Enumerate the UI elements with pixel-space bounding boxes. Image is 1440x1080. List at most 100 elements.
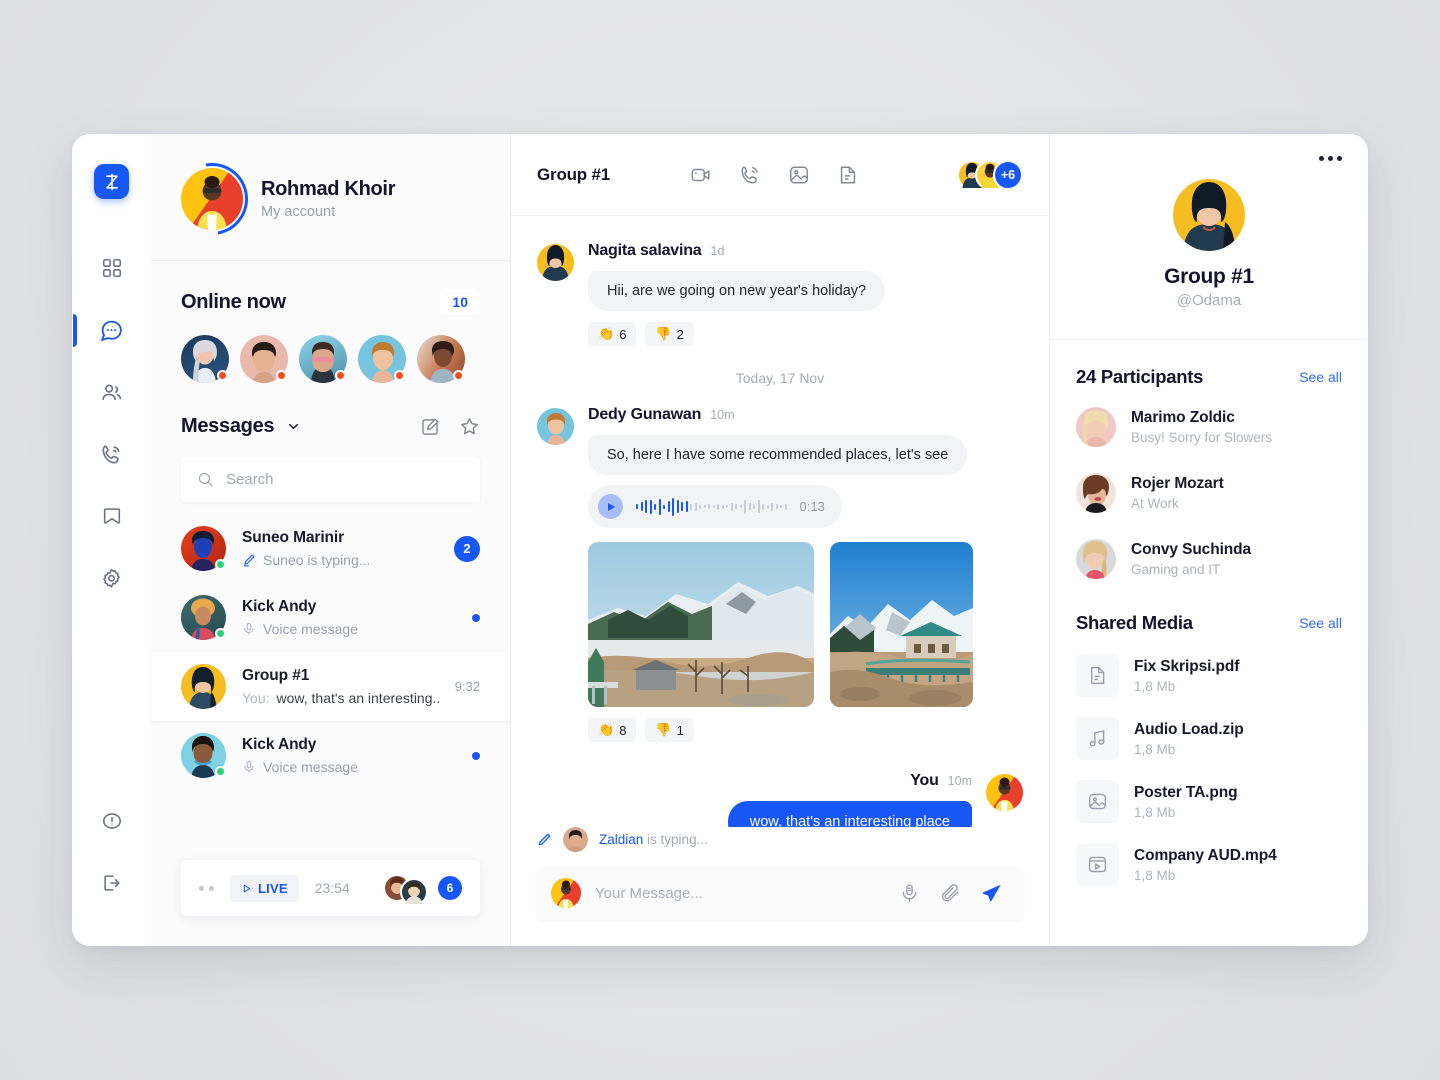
profile-name: Rohmad Khoir [261,178,396,200]
online-user-3[interactable] [299,335,347,383]
rail-item-logout[interactable] [92,866,132,900]
list-item[interactable]: Suneo Marinir Suneo is typing... 2 [151,514,510,583]
online-user-1[interactable] [181,335,229,383]
app-window: Rohmad Khoir My account Online now 10 Me… [72,134,1368,946]
avatar [181,664,226,709]
online-user-5[interactable] [417,335,465,383]
list-item[interactable]: Kick Andy Voice message [151,721,510,790]
photo-attachment[interactable] [588,542,814,707]
list-item[interactable]: Rojer Mozart At Work [1050,460,1368,526]
app-logo[interactable] [94,164,129,199]
rail-item-calls[interactable] [92,437,132,471]
star-icon[interactable] [459,416,480,437]
message-input[interactable]: Your Message... [595,885,885,902]
voice-message[interactable]: 0:13 [588,485,842,528]
chat-name: Group #1 [242,667,310,684]
reaction-chip[interactable]: 👏 8 [588,718,637,742]
chat-header: Group #1 +6 [511,134,1049,216]
message-author: You [910,772,939,789]
reaction-count: 8 [619,722,627,738]
list-item[interactable]: Marimo Zoldic Busy! Sorry for Slowers [1050,394,1368,460]
video-play-icon [1076,843,1119,886]
document-icon [1076,654,1119,697]
rail-item-saved[interactable] [92,499,132,533]
live-call-bar[interactable]: LIVE 23:54 6 [181,860,480,916]
sidebar: Rohmad Khoir My account Online now 10 Me… [151,134,511,946]
chevron-down-icon[interactable] [286,419,301,434]
file-name: Poster TA.png [1134,783,1238,801]
avatar [537,408,574,445]
live-count-badge: 6 [438,876,462,900]
online-user-4[interactable] [358,335,406,383]
messages-section: Messages Search [151,389,510,502]
list-item[interactable]: Fix Skripsi.pdf 1,8 Mb [1050,644,1368,707]
group-handle: @Odama [1176,292,1242,309]
online-dot [215,559,226,570]
waveform [636,497,787,517]
bookmark-icon [101,505,123,527]
group-summary: Group #1 @Odama [1050,134,1368,340]
list-item[interactable]: Poster TA.png 1,8 Mb [1050,770,1368,833]
message-time: 10m [947,774,972,788]
mic-icon[interactable] [899,883,920,904]
clap-emoji: 👏 [598,722,615,737]
chat-time: 9:32 [454,679,480,694]
group-name: Group #1 [1164,265,1254,288]
list-item[interactable]: Audio Load.zip 1,8 Mb [1050,707,1368,770]
image-icon[interactable] [788,164,810,186]
search-input[interactable]: Search [181,457,480,502]
more-horizontal-icon[interactable] [1076,156,1342,161]
message-meta: Nagita salavina 1d [588,242,1023,260]
rail-item-messages[interactable] [72,313,132,347]
phone-call-icon[interactable] [739,164,761,186]
status-dot [276,370,287,381]
list-item[interactable]: Company AUD.mp4 1,8 Mb [1050,833,1368,896]
chat-members-stack[interactable]: +6 [957,159,1023,190]
rail-item-contacts[interactable] [92,375,132,409]
send-icon[interactable] [981,882,1003,904]
message-bubble: Hii, are we going on new year's holiday? [588,271,886,311]
message-composer[interactable]: Your Message... [537,866,1023,920]
list-item[interactable]: Convy Suchinda Gaming and IT [1050,526,1368,592]
document-icon[interactable] [837,164,859,186]
profile-header[interactable]: Rohmad Khoir My account [151,134,510,261]
chat-preview: Voice message [242,759,456,775]
reaction-chip[interactable]: 👎 2 [645,322,694,346]
details-panel: Group #1 @Odama 24 Participants See all … [1050,134,1368,946]
reaction-chip[interactable]: 👎 1 [645,718,694,742]
mic-icon [242,622,256,636]
list-item[interactable]: Kick Andy Voice message [151,583,510,652]
video-camera-icon[interactable] [690,164,712,186]
unread-dot [472,613,480,622]
chat-list: Suneo Marinir Suneo is typing... 2 Kick … [151,514,510,790]
image-icon [1076,780,1119,823]
chat-name: Suneo Marinir [242,529,345,546]
edit-square-icon[interactable] [420,417,440,437]
reaction-count: 2 [676,326,684,342]
rail-item-dashboard[interactable] [92,251,132,285]
message-photos [588,542,1023,707]
photo-attachment[interactable] [830,542,973,707]
list-item[interactable]: Group #1 You: wow, that's an interesting… [151,652,510,721]
drag-handle-icon[interactable] [199,885,214,891]
live-timer: 23:54 [314,880,350,896]
participants-see-all[interactable]: See all [1299,369,1342,385]
online-user-2[interactable] [240,335,288,383]
rail-bottom-nav [92,804,132,900]
shared-media-see-all[interactable]: See all [1299,615,1342,631]
chat-name: Kick Andy [242,736,317,753]
rail-item-settings[interactable] [92,561,132,595]
participant-name: Rojer Mozart [1131,475,1224,492]
avatar-ring [181,168,243,230]
reaction-chip[interactable]: 👏 6 [588,322,637,346]
message-reactions: 👏 8 👎 1 [588,718,1023,742]
message-bubble: So, here I have some recommended places,… [588,435,968,475]
play-button[interactable] [598,494,623,519]
chat-preview-text: wow, that's an interesting... [276,690,439,706]
rail-item-help[interactable] [92,804,132,838]
paperclip-icon[interactable] [940,883,961,904]
file-size: 1,8 Mb [1134,741,1176,757]
logout-icon [101,872,123,894]
avatar [400,878,428,906]
typing-username: Zaldian [599,832,644,847]
